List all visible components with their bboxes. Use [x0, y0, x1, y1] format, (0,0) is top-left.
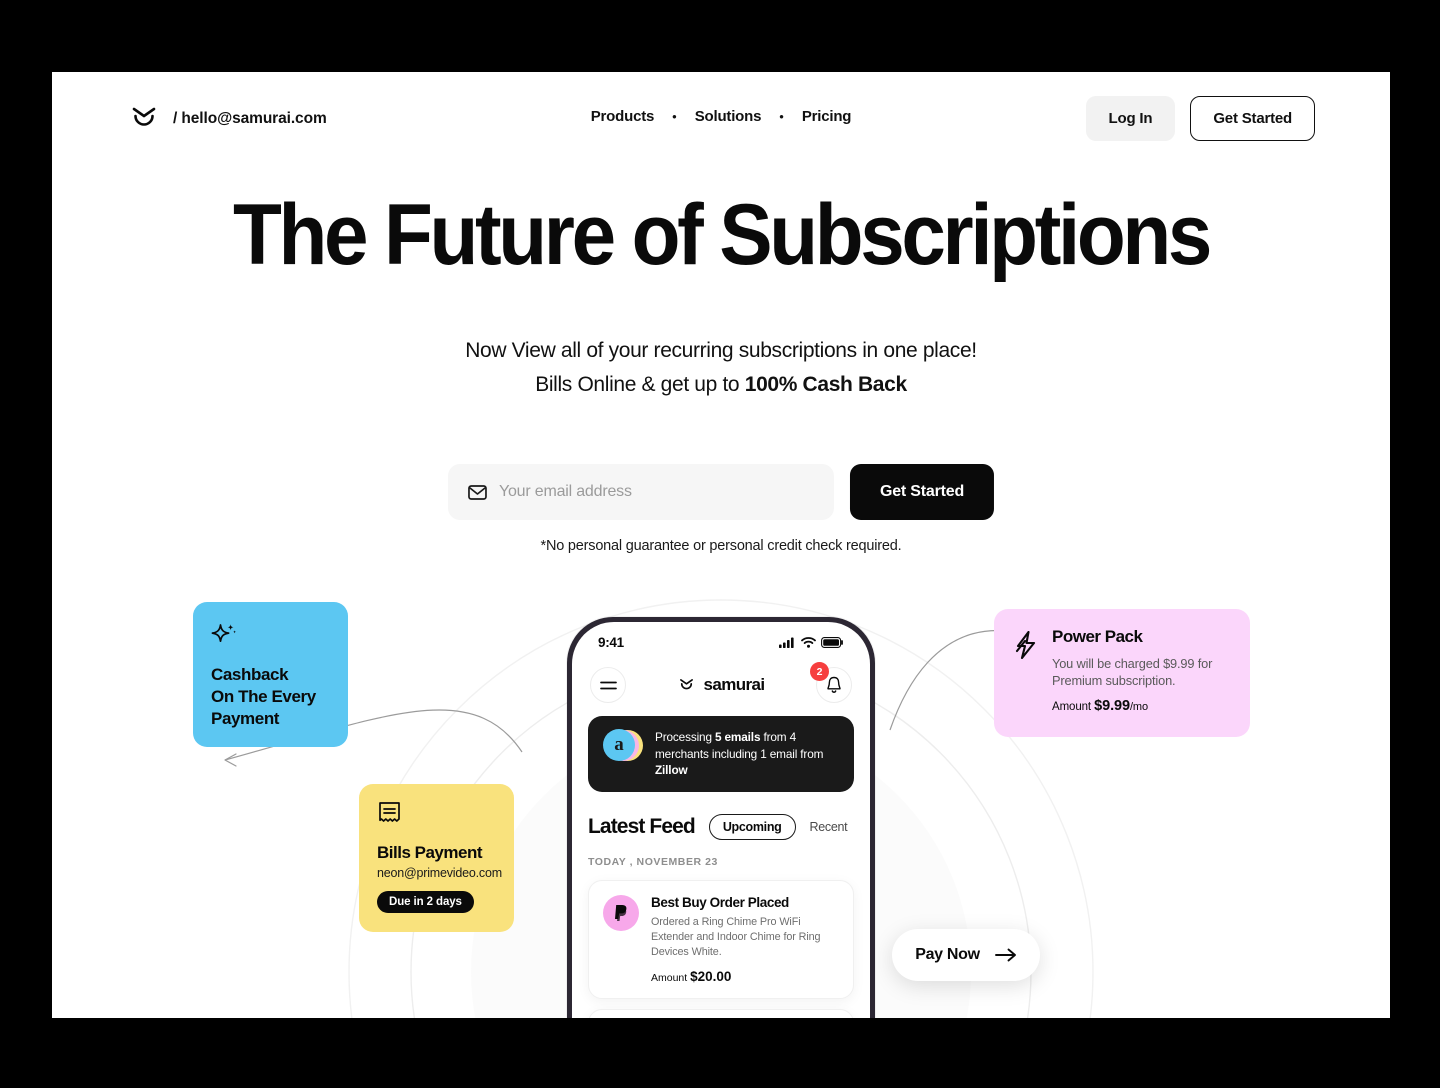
notification-emails-count: 5 emails [714, 730, 761, 744]
brand-email: / hello@samurai.com [173, 110, 327, 127]
arrow-right-icon [994, 948, 1016, 962]
feed-item-amount: Amount $20.00 [651, 969, 839, 984]
app-logo: samurai [677, 675, 765, 695]
power-pack-amount-label: Amount [1052, 701, 1095, 713]
hero-get-started-button[interactable]: Get Started [849, 464, 995, 520]
nav-separator-2: • [779, 109, 784, 124]
feed-item-amount-label: Amount [651, 971, 691, 984]
phone-mockup: 9:41 samurai 2 a Processing 5 emails fro… [567, 617, 875, 1018]
feed-item-body: Best Buy Order Placed Ordered a Ring Chi… [651, 895, 839, 984]
signup-disclaimer: *No personal guarantee or personal credi… [540, 538, 902, 554]
merchant-avatars: a [603, 729, 643, 762]
pay-now-button[interactable]: Pay Now [892, 929, 1040, 981]
header-get-started-button[interactable]: Get Started [1190, 96, 1315, 141]
power-pack-amount: Amount $9.99/mo [1052, 698, 1230, 714]
hero-subtitle-line-2: Bills Online & get up to 100% Cash Back [52, 368, 1390, 402]
sparkle-icon [211, 624, 237, 643]
feed-date-label: TODAY , NOVEMBER 23 [588, 855, 718, 868]
feed-item-title: Best Buy Order Placed [651, 894, 789, 910]
phone-status-bar: 9:41 [588, 622, 854, 656]
hero-subtitle-line-2-pre: Bills Online & get up to [535, 373, 745, 396]
tab-upcoming[interactable]: Upcoming [708, 813, 796, 840]
site-header: / hello@samurai.com Products • Solutions… [52, 72, 1390, 172]
bills-payment-card[interactable]: Bills Payment neon@primevideo.com Due in… [359, 784, 514, 932]
nav-item-pricing[interactable]: Pricing [802, 108, 852, 125]
bills-card-email: neon@primevideo.com [377, 866, 502, 880]
nav-item-products[interactable]: Products [591, 108, 655, 125]
power-pack-amount-value: $9.99 [1094, 698, 1130, 714]
feed-list-item-next[interactable] [588, 1008, 854, 1018]
paypal-glyph [615, 904, 627, 921]
notification-badge: 2 [809, 662, 829, 681]
nav-item-solutions[interactable]: Solutions [695, 108, 762, 125]
amazon-icon: a [603, 729, 635, 761]
pay-now-label: Pay Now [915, 946, 980, 963]
cashback-card-text: Cashback On The Every Payment [211, 664, 330, 730]
feed-item-description: Ordered a Ring Chime Pro WiFi Extender a… [651, 915, 821, 958]
login-button[interactable]: Log In [1085, 96, 1176, 141]
cashback-line-3: Payment [211, 709, 280, 728]
hamburger-menu-icon [599, 681, 617, 689]
cellular-signal-icon [779, 637, 794, 648]
bills-due-badge: Due in 2 days [377, 891, 474, 913]
power-pack-body: Power Pack You will be charged $9.99 for… [1052, 627, 1230, 719]
samurai-bull-logo [132, 107, 156, 126]
battery-icon [821, 636, 843, 648]
main-nav: Products • Solutions • Pricing [591, 108, 852, 125]
amazon-letter: a [614, 734, 624, 755]
bell-icon [827, 676, 841, 693]
cashback-line-1: Cashback [211, 665, 289, 684]
tab-recent[interactable]: Recent [810, 820, 848, 834]
phone-screen: 9:41 samurai 2 a Processing 5 emails fro… [572, 622, 870, 1018]
cashback-card[interactable]: Cashback On The Every Payment [193, 602, 348, 747]
status-icons [779, 636, 844, 648]
nav-separator-1: • [672, 109, 677, 124]
notifications-button[interactable]: 2 [809, 662, 852, 703]
app-name: samurai [703, 675, 765, 694]
hamburger-menu-button[interactable] [590, 667, 626, 703]
page-frame: / hello@samurai.com Products • Solutions… [52, 72, 1390, 1018]
power-pack-card[interactable]: Power Pack You will be charged $9.99 for… [994, 609, 1250, 737]
samurai-bull-logo [680, 678, 694, 689]
header-actions: Log In Get Started [1085, 96, 1315, 141]
feed-header: Latest Feed Upcoming Recent [588, 813, 854, 840]
bills-card-title: Bills Payment [377, 843, 483, 862]
processing-notification-card[interactable]: a Processing 5 emails from 4 merchants i… [588, 716, 854, 792]
hero-subtitle: Now View all of your recurring subscript… [52, 334, 1390, 402]
feed-item-amount-value: $20.00 [690, 968, 732, 984]
hero-subtitle-line-1: Now View all of your recurring subscript… [465, 339, 977, 362]
notification-merchant-name: Zillow [655, 763, 688, 777]
envelope-icon [468, 484, 487, 500]
power-pack-title: Power Pack [1052, 627, 1143, 646]
cashback-line-2: On The Every [211, 687, 316, 706]
lightning-bolt-icon [1015, 631, 1036, 659]
brand[interactable]: / hello@samurai.com [127, 102, 327, 136]
feed-title: Latest Feed [588, 814, 696, 838]
paypal-icon [603, 894, 639, 931]
power-pack-description: You will be charged $9.99 for Premium su… [1052, 656, 1213, 688]
feed-list-item[interactable]: Best Buy Order Placed Ordered a Ring Chi… [588, 879, 854, 999]
hero-subtitle-highlight: 100% Cash Back [744, 373, 907, 396]
phone-app-bar: samurai 2 [588, 656, 854, 714]
email-field-wrapper[interactable] [447, 464, 834, 520]
page-title: The Future of Subscriptions [232, 187, 1212, 283]
status-time: 9:41 [598, 634, 624, 650]
wifi-icon [801, 636, 816, 648]
receipt-icon [379, 802, 400, 822]
notification-text-pre: Processing [655, 730, 715, 744]
email-signup-row: Get Started [447, 464, 995, 520]
notification-text: Processing 5 emails from 4 merchants inc… [655, 729, 839, 779]
power-pack-amount-period: /mo [1129, 701, 1148, 713]
email-input[interactable] [498, 483, 814, 501]
